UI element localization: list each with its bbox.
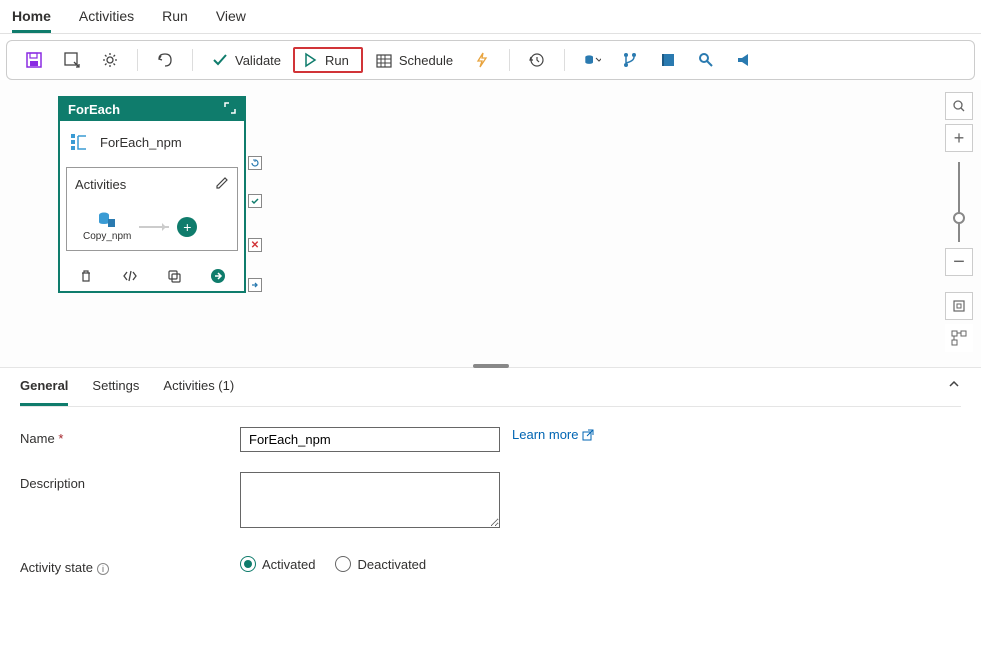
description-label: Description xyxy=(20,472,240,491)
tab-general[interactable]: General xyxy=(20,368,68,406)
calendar-icon xyxy=(375,51,393,69)
copy-activity[interactable]: Copy_npm xyxy=(83,211,131,242)
toolbar: Validate Run Schedule xyxy=(6,40,975,80)
notebook-button[interactable] xyxy=(651,47,685,73)
validate-button[interactable]: Validate xyxy=(203,47,289,73)
info-icon[interactable]: i xyxy=(97,563,109,575)
schedule-label: Schedule xyxy=(399,53,453,68)
foreach-activity-node[interactable]: ForEach ForEach_npm Activities Copy_npm xyxy=(58,96,246,293)
description-input[interactable] xyxy=(240,472,500,528)
search-button[interactable] xyxy=(689,47,723,73)
gear-icon xyxy=(101,51,119,69)
add-activity-button[interactable]: + xyxy=(177,217,197,237)
activated-label: Activated xyxy=(262,557,315,572)
separator xyxy=(192,49,193,71)
fit-button[interactable] xyxy=(945,292,973,320)
node-action-bar xyxy=(60,261,244,291)
radio-deactivated[interactable]: Deactivated xyxy=(335,556,426,572)
external-link-icon xyxy=(582,429,594,441)
collapse-panel-button[interactable] xyxy=(947,378,961,393)
tab-activities[interactable]: Activities xyxy=(79,4,134,33)
settings-button[interactable] xyxy=(93,47,127,73)
canvas-search-button[interactable] xyxy=(945,92,973,120)
copy-activity-label: Copy_npm xyxy=(83,231,131,242)
copy-data-icon xyxy=(97,211,117,229)
separator xyxy=(564,49,565,71)
announce-button[interactable] xyxy=(727,47,761,73)
run-label: Run xyxy=(325,53,349,68)
tab-activities-count[interactable]: Activities (1) xyxy=(163,368,234,406)
flow-arrow xyxy=(139,226,169,228)
history-button[interactable] xyxy=(520,47,554,73)
book-icon xyxy=(659,51,677,69)
delete-button[interactable] xyxy=(77,267,95,285)
validate-label: Validate xyxy=(235,53,281,68)
foreach-icon xyxy=(68,131,90,153)
undo-icon xyxy=(156,51,174,69)
properties-tabs: General Settings Activities (1) xyxy=(20,368,961,407)
code-button[interactable] xyxy=(121,267,139,285)
search-icon xyxy=(697,51,715,69)
play-icon xyxy=(301,51,319,69)
connector-retry[interactable] xyxy=(248,156,262,170)
save-icon xyxy=(25,51,43,69)
trigger-button[interactable] xyxy=(465,47,499,73)
expand-icon[interactable] xyxy=(224,102,236,117)
properties-panel: General Settings Activities (1) Name * L… xyxy=(0,368,981,575)
connector-fail[interactable]: ✕ xyxy=(248,238,262,252)
datasource-button[interactable] xyxy=(575,47,609,73)
megaphone-icon xyxy=(735,51,753,69)
tab-home[interactable]: Home xyxy=(12,4,51,33)
branch-icon xyxy=(621,51,639,69)
foreach-name-label: ForEach_npm xyxy=(100,135,182,150)
edit-icon[interactable] xyxy=(215,176,229,193)
check-icon xyxy=(211,51,229,69)
connector-skip[interactable] xyxy=(248,278,262,292)
foreach-title-row: ForEach_npm xyxy=(60,121,244,163)
database-icon xyxy=(583,51,601,69)
zoom-in-button[interactable]: + xyxy=(945,124,973,152)
save-as-icon xyxy=(63,51,81,69)
undo-button[interactable] xyxy=(148,47,182,73)
separator xyxy=(137,49,138,71)
run-button[interactable]: Run xyxy=(293,47,363,73)
zoom-thumb[interactable] xyxy=(953,212,965,224)
go-button[interactable] xyxy=(209,267,227,285)
branch-button[interactable] xyxy=(613,47,647,73)
foreach-type-label: ForEach xyxy=(68,102,120,117)
canvas-controls: + − xyxy=(945,92,973,356)
name-label: Name * xyxy=(20,427,240,446)
foreach-header: ForEach xyxy=(60,98,244,121)
tab-settings[interactable]: Settings xyxy=(92,368,139,406)
tab-run[interactable]: Run xyxy=(162,4,188,33)
name-input[interactable] xyxy=(240,427,500,452)
top-tabs: Home Activities Run View xyxy=(0,0,981,34)
schedule-button[interactable]: Schedule xyxy=(367,47,461,73)
radio-activated[interactable]: Activated xyxy=(240,556,315,572)
pipeline-canvas[interactable]: ForEach ForEach_npm Activities Copy_npm xyxy=(0,80,981,368)
zoom-slider[interactable] xyxy=(958,162,960,242)
tab-view[interactable]: View xyxy=(216,4,246,33)
separator xyxy=(509,49,510,71)
layout-button[interactable] xyxy=(945,324,973,352)
learn-more-link[interactable]: Learn more xyxy=(512,427,594,442)
connector-success[interactable] xyxy=(248,194,262,208)
lightning-icon xyxy=(473,51,491,69)
history-icon xyxy=(528,51,546,69)
save-button[interactable] xyxy=(17,47,51,73)
zoom-out-button[interactable]: − xyxy=(945,248,973,276)
activities-label: Activities xyxy=(75,177,126,192)
save-as-button[interactable] xyxy=(55,47,89,73)
activity-state-label: Activity statei xyxy=(20,556,240,575)
deactivated-label: Deactivated xyxy=(357,557,426,572)
activities-container: Activities Copy_npm + xyxy=(66,167,238,251)
copy-button[interactable] xyxy=(165,267,183,285)
